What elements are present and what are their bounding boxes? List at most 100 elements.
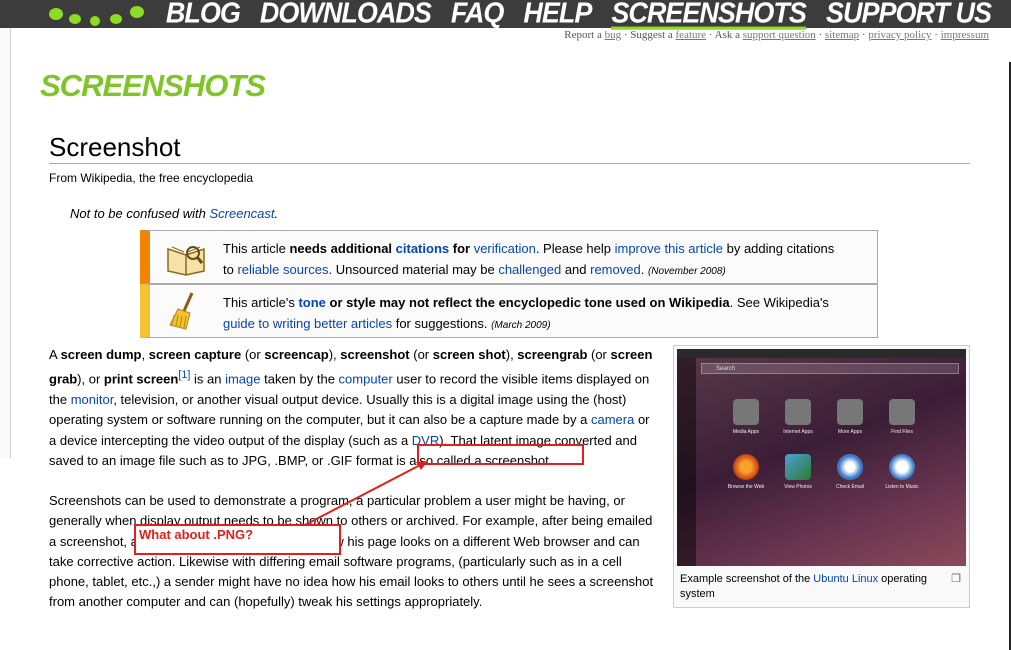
- app-label: Media Apps: [732, 429, 760, 435]
- article-tagline: From Wikipedia, the free encyclopedia: [49, 171, 254, 185]
- find-files-icon: [889, 399, 915, 425]
- report-prefix: Report a: [564, 29, 602, 41]
- app-label: Find Files: [891, 429, 913, 435]
- separator: ·: [934, 29, 938, 41]
- reliable-sources-link[interactable]: reliable sources: [237, 262, 328, 277]
- app-label: Check Email: [835, 484, 865, 490]
- citations-link[interactable]: citations: [396, 241, 449, 256]
- firefox-icon: [733, 454, 759, 480]
- text: .: [640, 262, 648, 277]
- tone-notice-text: This article's tone or style may not ref…: [223, 292, 843, 336]
- improve-article-link[interactable]: improve this article: [615, 241, 723, 256]
- computer-link[interactable]: computer: [339, 372, 393, 387]
- open-book-icon: [167, 246, 205, 276]
- feature-link[interactable]: feature: [676, 29, 707, 41]
- text: , television, or another visual output d…: [49, 391, 627, 428]
- nav-support-us[interactable]: SUPPORT US: [826, 0, 992, 27]
- internet-apps-icon: [785, 399, 811, 425]
- enlarge-icon[interactable]: ❐: [951, 572, 961, 585]
- text: taken by the: [260, 371, 339, 387]
- nav-help[interactable]: HELP: [523, 0, 592, 27]
- media-apps-icon: [733, 399, 759, 425]
- reference-link[interactable]: [1]: [178, 369, 190, 381]
- nav-downloads[interactable]: DOWNLOADS: [260, 0, 432, 27]
- text: . See Wikipedia's: [729, 295, 829, 310]
- top-navigation-bar: BLOG DOWNLOADS FAQ HELP SCREENSHOTS SUPP…: [0, 0, 1011, 30]
- hatnote-suffix: .: [274, 206, 279, 221]
- text: ),: [328, 347, 341, 362]
- removed-link[interactable]: removed: [590, 262, 641, 277]
- support-question-link[interactable]: support question: [743, 29, 816, 41]
- nav-screenshots[interactable]: SCREENSHOTS: [611, 0, 807, 30]
- text: needs additional: [289, 241, 396, 256]
- text: or style may not reflect the encyclopedi…: [325, 295, 730, 310]
- more-apps-icon: [837, 399, 863, 425]
- term: screencap: [264, 347, 329, 362]
- thumb-launcher: [677, 358, 696, 566]
- text: This article: [223, 241, 290, 256]
- text: . Please help: [535, 241, 615, 256]
- nav-faq[interactable]: FAQ: [451, 0, 505, 27]
- term: screen shot: [432, 347, 506, 362]
- app-label: View Photos: [784, 484, 812, 490]
- guide-link[interactable]: guide to writing better articles: [223, 316, 392, 331]
- text: (or: [241, 347, 265, 362]
- tone-notice: This article's tone or style may not ref…: [140, 284, 878, 338]
- text: and: [561, 262, 591, 277]
- ask-prefix: · Ask a: [708, 29, 740, 41]
- verification-link[interactable]: verification: [474, 241, 536, 256]
- privacy-policy-link[interactable]: privacy policy: [868, 29, 931, 41]
- citation-notice: This article needs additional citations …: [140, 230, 878, 284]
- site-logo[interactable]: [44, 0, 164, 28]
- main-nav: BLOG DOWNLOADS FAQ HELP SCREENSHOTS SUPP…: [166, 0, 992, 30]
- text: is an: [190, 371, 226, 387]
- app-label: More Apps: [838, 429, 862, 435]
- text: for suggestions.: [392, 316, 492, 331]
- bug-link[interactable]: bug: [605, 29, 622, 41]
- camera-link[interactable]: camera: [591, 412, 634, 427]
- thumb-topbar: [677, 349, 966, 358]
- ubuntu-linux-link[interactable]: Ubuntu Linux: [813, 573, 878, 585]
- email-icon: [837, 454, 863, 480]
- nav-blog[interactable]: BLOG: [166, 0, 241, 27]
- term: print screen: [103, 371, 179, 387]
- text: ,: [141, 347, 149, 362]
- text: . Unsourced material may be: [328, 262, 499, 277]
- hatnote-prefix: Not to be confused with: [70, 206, 206, 221]
- thumbnail-figure: Search Media Apps Internet Apps More App…: [673, 345, 970, 608]
- image-link[interactable]: image: [225, 372, 260, 387]
- ubuntu-screenshot-image[interactable]: Search Media Apps Internet Apps More App…: [677, 349, 966, 566]
- notice-date: (November 2008): [647, 266, 726, 277]
- photos-icon: [785, 454, 811, 480]
- app-label: Listen to Music: [885, 484, 919, 490]
- text: ), or: [77, 371, 104, 387]
- text: (or: [409, 347, 433, 362]
- term: screen dump: [60, 347, 142, 362]
- thumbnail-caption: Example screenshot of the Ubuntu Linux o…: [680, 572, 940, 602]
- app-label: Browse the Web: [727, 484, 765, 490]
- left-panel-edge: [0, 28, 11, 458]
- app-label: Internet Apps: [783, 429, 813, 435]
- text: for: [449, 241, 474, 256]
- sitemap-link[interactable]: sitemap: [825, 29, 859, 41]
- annotation-callout: What about .PNG?: [134, 524, 341, 555]
- challenged-link[interactable]: challenged: [498, 262, 561, 277]
- text: (or: [587, 347, 611, 362]
- thumb-search-field: Search: [701, 363, 959, 374]
- utility-links: Report a bug · Suggest a feature · Ask a…: [564, 29, 989, 41]
- callout-text: What about .PNG?: [139, 527, 254, 542]
- impressum-link[interactable]: impressum: [941, 29, 989, 41]
- page-title: SCREENSHOTS: [40, 68, 266, 103]
- text: Example screenshot of the: [680, 573, 814, 585]
- separator: ·: [861, 29, 866, 41]
- term: screenshot: [340, 347, 410, 362]
- separator: ·: [818, 29, 823, 41]
- screencast-link[interactable]: Screencast: [209, 206, 274, 221]
- article-title: Screenshot: [49, 132, 181, 162]
- tone-link[interactable]: tone: [298, 295, 325, 310]
- hatnote: Not to be confused with Screencast.: [70, 206, 278, 221]
- title-divider: [49, 163, 970, 164]
- broom-icon: [169, 292, 194, 330]
- monitor-link[interactable]: monitor: [71, 392, 114, 407]
- music-icon: [889, 454, 915, 480]
